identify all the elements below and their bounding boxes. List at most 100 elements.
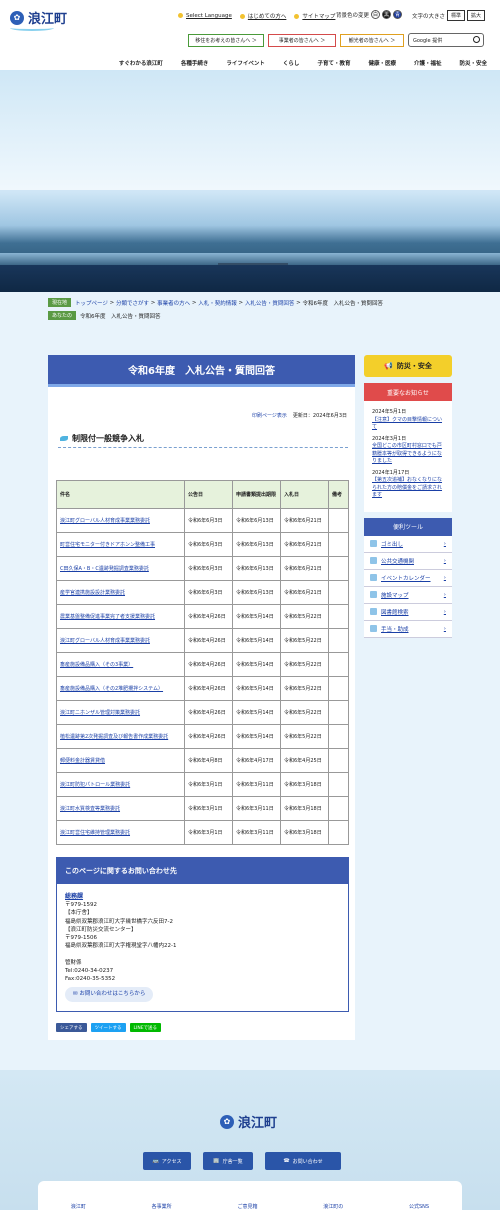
table-cell: 令和6年3月18日 xyxy=(280,796,329,821)
table-cell: 令和6年4月26日 xyxy=(184,628,233,653)
tool-item[interactable]: 手当・助成 › xyxy=(364,621,452,638)
table-cell: 令和6年3月11日 xyxy=(232,796,281,821)
gnav-item[interactable]: 健康・医療 xyxy=(359,56,405,70)
table-cell xyxy=(328,628,349,653)
news-link[interactable]: 全国どこの市区町村窓口でも戸籍謄本等が取得できるようになりました xyxy=(372,443,442,464)
bid-item-link[interactable]: 浪江町ニホンザル管理対策業務委託 xyxy=(60,710,140,716)
bg-white-button[interactable]: 白 xyxy=(371,10,381,19)
table-row: 浪江町営住宅維持管理業務委託 令和6年3月1日 令和6年3月11日 令和6年3月18日 xyxy=(56,820,349,845)
tools-panel: 便利ツール ゴミ出し › 公共交通機関 › イベントカレンダー › 施設マップ › 図書館検索 ›… xyxy=(364,517,452,638)
gnav-item[interactable]: すぐわかる浪江町 xyxy=(110,56,172,70)
bid-item-link[interactable]: 郵便料金計器賃貸借 xyxy=(60,758,105,764)
gnav-item[interactable]: 各種手続き xyxy=(172,56,218,70)
table-row: 郵便料金計器賃貸借 令和6年4月8日 令和6年4月17日 令和6年4月25日 xyxy=(56,748,349,773)
bid-item-link[interactable]: C田久保A・B・C遺跡発掘調査業務委託 xyxy=(60,566,149,572)
line-share-button[interactable]: LINEで送る xyxy=(129,1023,162,1032)
chevron-right-icon: › xyxy=(443,608,446,615)
table-cell: 令和6年4月17日 xyxy=(232,748,281,773)
contact-dept-link[interactable]: 総務課 xyxy=(65,892,340,901)
tool-icon xyxy=(370,540,377,547)
tool-item[interactable]: 公共交通機関 › xyxy=(364,553,452,570)
table-cell: 令和6年5月22日 xyxy=(280,604,329,629)
table-row: 産学官連携施設設計業務委託 令和6年6月3日 令和6年6月13日 令和6年6月21日 xyxy=(56,580,349,605)
bid-item-link[interactable]: 植松遺跡第2次発掘調査及び報告書作成業務委託 xyxy=(60,734,168,740)
footer-link[interactable]: 浪江町 xyxy=(71,1203,86,1210)
disaster-safety-label: 防災・安全 xyxy=(396,362,432,370)
print-link[interactable]: 印刷ページ表示 xyxy=(252,412,287,419)
table-cell: 令和6年6月3日 xyxy=(184,508,233,533)
bid-item-link[interactable]: 畜産施設備品購入（その3事業） xyxy=(60,662,133,668)
table-cell: 浪江町水質検査等業務委託 xyxy=(56,796,185,821)
audience-migrants-button[interactable]: 移住をお考えの皆さんへ ＞ xyxy=(188,34,264,47)
gnav-item[interactable]: ライフイベント xyxy=(217,56,274,70)
table-row: 畜産施設備品購入（その3事業） 令和6年4月26日 令和6年5月14日 令和6年5月2… xyxy=(56,652,349,677)
access-button[interactable]: 🚌 アクセス xyxy=(143,1152,191,1170)
select-language-link[interactable]: Select Language xyxy=(186,13,232,19)
bg-blue-button[interactable]: 青 xyxy=(393,10,403,19)
bid-item-link[interactable]: 畜産施設備品購入（その2堆肥攪拌システム） xyxy=(60,686,163,692)
footer-link[interactable]: 各事業所 xyxy=(152,1203,172,1210)
bid-item-link[interactable]: 浪江町グローバル人材育成事業業務委託 xyxy=(60,518,150,524)
disaster-safety-button[interactable]: 📢 防災・安全 xyxy=(364,355,452,377)
search-input[interactable]: Google 提供 xyxy=(408,33,484,47)
search-icon[interactable] xyxy=(473,36,480,43)
contact-form-button[interactable]: ✉ お問い合わせはこちらから xyxy=(65,987,154,1002)
audience-business-button[interactable]: 事業者の皆さんへ ＞ xyxy=(268,34,336,47)
table-cell: 産学官連携施設設計業務委託 xyxy=(56,580,185,605)
bid-item-link[interactable]: 農業基盤整備促進事業完了者支援業務委託 xyxy=(60,614,155,620)
bid-item-link[interactable]: 浪江町グローバル人材育成事業業務委託 xyxy=(60,638,150,644)
table-cell: 令和6年5月14日 xyxy=(232,724,281,749)
contact-line xyxy=(65,951,340,959)
first-visit-link[interactable]: はじめての方へ xyxy=(248,14,287,20)
bid-item-link[interactable]: 浪江町営住宅維持管理業務委託 xyxy=(60,830,130,836)
hero-image xyxy=(0,70,500,292)
table-row: 浪江町グローバル人材育成事業業務委託 令和6年4月26日 令和6年5月14日 令和6年… xyxy=(56,628,349,653)
table-cell: 令和6年6月21日 xyxy=(280,580,329,605)
bg-black-button[interactable]: 黒 xyxy=(382,10,392,19)
gnav-item[interactable]: くらし xyxy=(274,56,309,70)
town-emblem-icon: ✿ xyxy=(10,10,24,25)
contact-button[interactable]: ☎ お問い合わせ xyxy=(265,1152,341,1170)
breadcrumb-parent-label: あなたの xyxy=(48,311,77,320)
news-link[interactable]: 【第五次追補】おなくなりになられた方の賠償金をご請求されます xyxy=(372,477,442,498)
twitter-share-button[interactable]: ツイートする xyxy=(90,1023,126,1032)
office-list-button[interactable]: 🏢 庁舎一覧 xyxy=(203,1152,253,1170)
font-large-button[interactable]: 拡大 xyxy=(467,10,486,21)
breadcrumb-link[interactable]: 分類でさがす xyxy=(116,299,149,307)
news-link[interactable]: 【注意】クマの目撃情報について xyxy=(372,417,442,431)
table-cell: 令和6年4月26日 xyxy=(184,676,233,701)
table-cell: 令和6年5月22日 xyxy=(280,724,329,749)
gnav-item[interactable]: 防災・安全 xyxy=(450,56,496,70)
font-standard-button[interactable]: 標準 xyxy=(447,10,466,21)
breadcrumb-link[interactable]: 入札・契約情報 xyxy=(198,299,237,307)
bid-item-link[interactable]: 産学官連携施設設計業務委託 xyxy=(60,590,125,596)
bid-item-link[interactable]: 浪江町水質検査等業務委託 xyxy=(60,806,120,812)
tool-item[interactable]: 図書館検索 › xyxy=(364,604,452,621)
bid-item-link[interactable]: 浪江町防犯パトロール業務委託 xyxy=(60,782,130,788)
gnav-item[interactable]: 介護・福祉 xyxy=(405,56,451,70)
table-cell xyxy=(328,508,349,533)
breadcrumb-link[interactable]: トップページ xyxy=(75,299,108,307)
tool-item[interactable]: 施設マップ › xyxy=(364,587,452,604)
footer-logo[interactable]: ✿ 浪江町 xyxy=(220,1112,277,1131)
footer-link[interactable]: ご意見箱 xyxy=(237,1203,257,1210)
tool-item[interactable]: ゴミ出し › xyxy=(364,536,452,553)
news-date: 2024年3月1日 xyxy=(372,435,407,442)
table-cell xyxy=(328,556,349,581)
facebook-share-button[interactable]: シェアする xyxy=(56,1023,87,1032)
footer-link[interactable]: 公式SNS xyxy=(409,1203,429,1210)
sitemap-link[interactable]: サイトマップ xyxy=(302,14,335,20)
breadcrumb-link[interactable]: 事業者の方へ xyxy=(157,299,190,307)
footer-link[interactable]: 浪江町の xyxy=(323,1203,343,1210)
table-cell: 浪江町グローバル人材育成事業業務委託 xyxy=(56,628,185,653)
audience-tourists-button[interactable]: 観光者の皆さんへ ＞ xyxy=(340,34,404,47)
leaf-icon xyxy=(60,436,68,441)
contact-line: 福島県双葉郡浪江町大字幾世橋字六反田7-2 xyxy=(65,918,173,925)
contact-heading: このページに関するお問い合わせ先 xyxy=(57,858,348,884)
bid-item-link[interactable]: 町営住宅モニター付きドアホンン整備工事 xyxy=(60,542,155,548)
breadcrumb-link[interactable]: 入札公告・質問回答 xyxy=(245,299,295,307)
col-header: 入札日 xyxy=(280,480,329,509)
gnav-item[interactable]: 子育て・教育 xyxy=(308,56,359,70)
tool-item[interactable]: イベントカレンダー › xyxy=(364,570,452,587)
col-header: 申請書類提出期限 xyxy=(232,480,281,509)
